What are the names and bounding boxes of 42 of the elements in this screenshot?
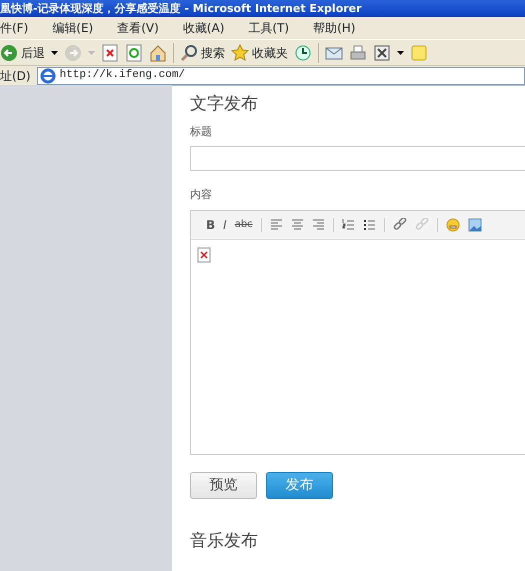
caret-icon[interactable]	[397, 50, 404, 54]
house-icon[interactable]	[149, 44, 167, 62]
editor-area[interactable]: B I abc	[190, 210, 525, 454]
field-label: 内容	[190, 187, 213, 203]
menu-item[interactable]: 编辑(E)	[52, 19, 94, 37]
toolbar-button[interactable]: 收藏夹	[231, 44, 288, 62]
format-button[interactable]: B	[206, 216, 216, 234]
stop-icon[interactable]	[101, 44, 119, 62]
broken-image-icon	[197, 247, 211, 264]
chain-link-icon[interactable]	[392, 218, 407, 232]
menu-item[interactable]: 查看(V)	[117, 19, 159, 37]
menu-item[interactable]: 件(F)	[0, 19, 28, 37]
star-icon	[231, 44, 249, 62]
section-heading: 音乐发布	[190, 530, 259, 552]
picture-icon[interactable]	[468, 218, 482, 232]
browser-icon	[40, 68, 56, 84]
address-label: 址(D)	[0, 68, 31, 84]
clock-icon[interactable]	[294, 44, 312, 62]
title-field[interactable]	[190, 146, 525, 171]
menu-item[interactable]: 帮助(H)	[313, 19, 356, 37]
bullet-list-icon[interactable]	[362, 218, 376, 231]
numbered-list-icon[interactable]	[342, 218, 355, 231]
toolbar-button[interactable]: 搜索	[180, 44, 225, 62]
align-center-icon[interactable]	[290, 218, 304, 231]
smiley-icon[interactable]	[446, 218, 460, 232]
document-icon[interactable]	[373, 44, 391, 62]
caret-icon[interactable]	[51, 50, 58, 54]
section-heading: 文字发布	[190, 93, 259, 116]
printer-icon[interactable]	[349, 44, 367, 62]
align-right-icon[interactable]	[312, 218, 325, 231]
refresh-icon[interactable]	[125, 44, 143, 62]
window-title: 凰快博-记录体现深度，分享感受温度 - Microsoft Internet Explorer	[0, 0, 525, 17]
toolbar-button[interactable]: 后退	[0, 44, 45, 62]
menu-item[interactable]: 工具(T)	[248, 19, 290, 37]
form-button[interactable]: 预览	[190, 472, 257, 498]
align-left-icon[interactable]	[270, 218, 283, 231]
field-label: 标题	[190, 124, 213, 140]
menu-item[interactable]: 收藏(A)	[182, 19, 224, 37]
address-field[interactable]: http://k.ifeng.com/	[36, 66, 525, 84]
search-icon	[180, 44, 198, 62]
format-button[interactable]: I	[223, 216, 227, 234]
format-button[interactable]: abc	[234, 217, 253, 232]
